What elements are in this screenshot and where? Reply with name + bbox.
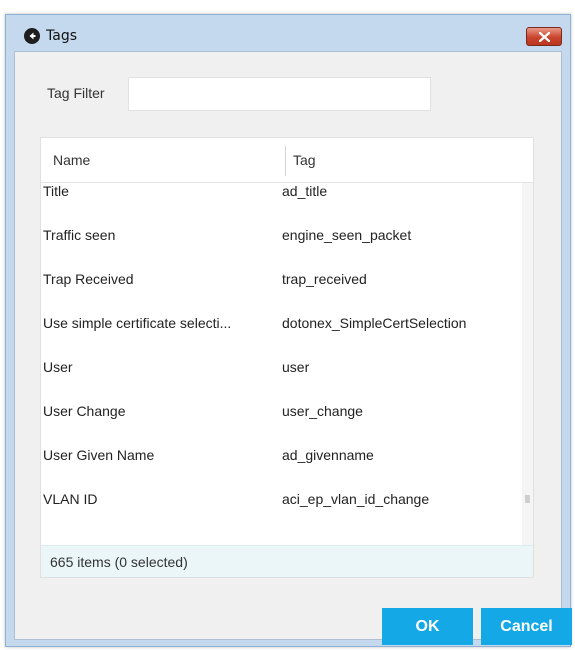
cell-tag: trap_received [282,271,367,287]
title-bar[interactable]: Tags [6,15,570,51]
tags-table: Name Tag Title ad_title Traffic seen engine… [40,137,534,578]
cell-name: Use simple certificate selecti... [43,315,232,331]
status-bar: 665 items (0 selected) [41,545,533,577]
table-row[interactable]: Trap Received trap_received [41,271,522,315]
ok-button[interactable]: OK [382,608,473,645]
cancel-button[interactable]: Cancel [481,608,572,645]
tags-dialog: Tags Tag Filter Name Tag Title ad_title Tr… [5,14,572,647]
table-row[interactable]: Title ad_title [41,183,522,227]
cell-tag: aci_ep_vlan_id_change [282,491,430,507]
cell-tag: user [282,359,310,375]
cell-name: User Change [43,403,126,419]
table-row[interactable]: User Given Name ad_givenname [41,447,522,491]
table-row[interactable]: User Change user_change [41,403,522,447]
cell-tag: ad_title [282,183,328,199]
close-icon [539,32,550,42]
cell-name: Traffic seen [43,227,116,243]
cell-name: User Given Name [43,447,155,463]
tag-filter-label: Tag Filter [47,85,105,101]
cell-name: User [43,359,73,375]
window-title: Tags [46,28,77,44]
cell-name: Title [43,183,69,199]
cell-tag: ad_givenname [282,447,374,463]
table-row[interactable]: User user [41,359,522,403]
vertical-scrollbar[interactable] [522,183,533,545]
close-button[interactable] [526,27,562,46]
dialog-content: Tag Filter Name Tag Title ad_title Traffic… [14,51,572,645]
column-divider[interactable] [285,146,286,176]
column-header-tag[interactable]: Tag [293,152,316,168]
back-arrow-icon [24,28,40,44]
cell-name: VLAN ID [43,491,98,507]
table-body: Title ad_title Traffic seen engine_seen_pac… [41,183,522,545]
tag-filter-input[interactable] [128,77,431,111]
cell-name: Trap Received [43,271,134,287]
table-header: Name Tag [41,138,533,183]
cell-tag: user_change [282,403,363,419]
table-row[interactable]: Traffic seen engine_seen_packet [41,227,522,271]
column-header-name[interactable]: Name [53,152,90,168]
scrollbar-thumb[interactable] [525,495,530,503]
cell-tag: engine_seen_packet [282,227,412,243]
table-row[interactable]: Use simple certificate selecti... dotonex… [41,315,522,359]
item-count-status: 665 items (0 selected) [50,554,188,570]
cell-tag: dotonex_SimpleCertSelection [282,315,467,331]
table-row[interactable]: VLAN ID aci_ep_vlan_id_change [41,491,522,535]
